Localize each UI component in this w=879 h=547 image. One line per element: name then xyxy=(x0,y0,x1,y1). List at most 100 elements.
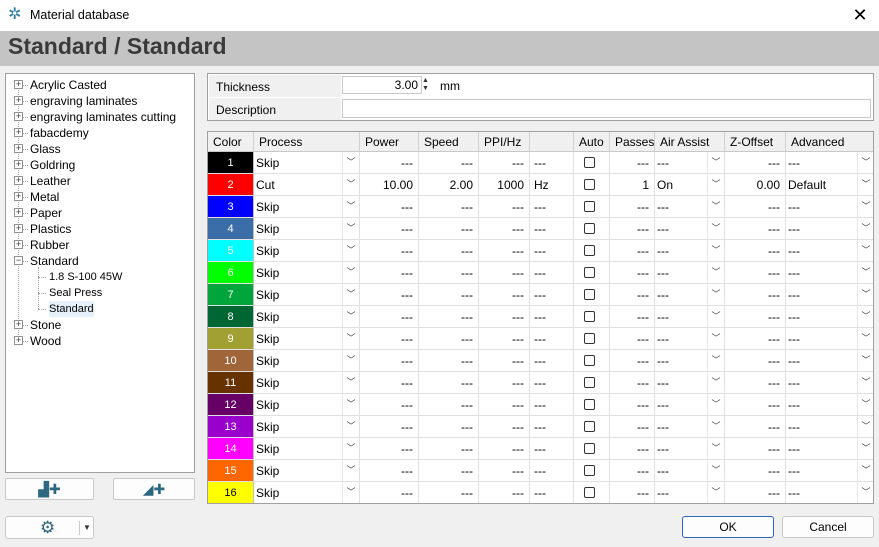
auto-checkbox[interactable] xyxy=(584,399,595,410)
expand-icon[interactable]: + xyxy=(14,144,23,153)
power-cell[interactable]: --- xyxy=(360,262,419,284)
auto-checkbox[interactable] xyxy=(584,421,595,432)
auto-checkbox[interactable] xyxy=(584,333,595,344)
tree-child-item[interactable]: Seal Press xyxy=(6,285,192,301)
chevron-down-icon[interactable]: ﹀ xyxy=(342,416,359,437)
process-dropdown[interactable]: Skip ﹀ xyxy=(254,372,360,394)
passes-cell[interactable]: --- xyxy=(610,328,655,350)
chevron-down-icon[interactable]: ﹀ xyxy=(857,372,873,393)
tree-item[interactable]: + Acrylic Casted xyxy=(6,77,192,93)
chevron-down-icon[interactable]: ﹀ xyxy=(857,438,873,459)
chevron-down-icon[interactable]: ﹀ xyxy=(857,196,873,217)
air-assist-dropdown[interactable]: --- ﹀ xyxy=(655,460,725,482)
air-assist-dropdown[interactable]: --- ﹀ xyxy=(655,306,725,328)
collapse-icon[interactable]: − xyxy=(14,256,23,265)
advanced-dropdown[interactable]: Default ﹀ xyxy=(786,174,873,196)
expand-icon[interactable]: + xyxy=(14,208,23,217)
thickness-input[interactable]: 3.00 xyxy=(342,76,422,94)
chevron-down-icon[interactable]: ﹀ xyxy=(707,262,724,283)
speed-cell[interactable]: --- xyxy=(419,350,479,372)
ppi-hz-cell[interactable]: --- xyxy=(479,438,530,460)
chevron-down-icon[interactable]: ﹀ xyxy=(707,240,724,261)
chevron-down-icon[interactable]: ﹀ xyxy=(342,372,359,393)
z-offset-cell[interactable]: --- xyxy=(725,394,786,416)
tree-item[interactable]: + Stone xyxy=(6,317,192,333)
chevron-down-icon[interactable]: ﹀ xyxy=(707,350,724,371)
speed-cell[interactable]: --- xyxy=(419,482,479,503)
tree-item[interactable]: + Glass xyxy=(6,141,192,157)
process-dropdown[interactable]: Skip ﹀ xyxy=(254,306,360,328)
chevron-down-icon[interactable]: ﹀ xyxy=(707,306,724,327)
z-offset-cell[interactable]: --- xyxy=(725,240,786,262)
speed-cell[interactable]: --- xyxy=(419,438,479,460)
power-cell[interactable]: --- xyxy=(360,284,419,306)
tree-item[interactable]: + Metal xyxy=(6,189,192,205)
ppi-hz-cell[interactable]: --- xyxy=(479,306,530,328)
advanced-dropdown[interactable]: --- ﹀ xyxy=(786,460,873,482)
speed-cell[interactable]: --- xyxy=(419,416,479,438)
z-offset-cell[interactable]: --- xyxy=(725,482,786,503)
chevron-down-icon[interactable]: ﹀ xyxy=(707,416,724,437)
chevron-down-icon[interactable]: ﹀ xyxy=(342,460,359,481)
speed-cell[interactable]: --- xyxy=(419,460,479,482)
advanced-dropdown[interactable]: --- ﹀ xyxy=(786,482,873,503)
ppi-hz-cell[interactable]: --- xyxy=(479,152,530,174)
chevron-down-icon[interactable]: ﹀ xyxy=(342,438,359,459)
expand-icon[interactable]: + xyxy=(14,160,23,169)
advanced-dropdown[interactable]: --- ﹀ xyxy=(786,438,873,460)
auto-checkbox[interactable] xyxy=(584,179,595,190)
chevron-down-icon[interactable]: ﹀ xyxy=(857,284,873,305)
passes-cell[interactable]: --- xyxy=(610,262,655,284)
chevron-down-icon[interactable]: ﹀ xyxy=(857,262,873,283)
chevron-down-icon[interactable]: ﹀ xyxy=(857,218,873,239)
ppi-hz-cell[interactable]: --- xyxy=(479,416,530,438)
z-offset-cell[interactable]: 0.00 xyxy=(725,174,786,196)
chevron-down-icon[interactable]: ﹀ xyxy=(342,306,359,327)
settings-menu-button[interactable]: ⚙ ▼ xyxy=(5,516,94,539)
add-material-button[interactable]: ▟✚ xyxy=(5,478,94,500)
process-dropdown[interactable]: Skip ﹀ xyxy=(254,196,360,218)
speed-cell[interactable]: --- xyxy=(419,262,479,284)
description-input[interactable] xyxy=(342,99,871,118)
passes-cell[interactable]: --- xyxy=(610,482,655,503)
ppi-hz-cell[interactable]: --- xyxy=(479,196,530,218)
passes-cell[interactable]: 1 xyxy=(610,174,655,196)
advanced-dropdown[interactable]: --- ﹀ xyxy=(786,350,873,372)
z-offset-cell[interactable]: --- xyxy=(725,438,786,460)
passes-cell[interactable]: --- xyxy=(610,218,655,240)
tree-item[interactable]: + Paper xyxy=(6,205,192,221)
cancel-button[interactable]: Cancel xyxy=(782,516,874,538)
advanced-dropdown[interactable]: --- ﹀ xyxy=(786,196,873,218)
speed-cell[interactable]: --- xyxy=(419,218,479,240)
ppi-hz-cell[interactable]: --- xyxy=(479,328,530,350)
chevron-down-icon[interactable]: ﹀ xyxy=(857,394,873,415)
passes-cell[interactable]: --- xyxy=(610,438,655,460)
passes-cell[interactable]: --- xyxy=(610,350,655,372)
advanced-dropdown[interactable]: --- ﹀ xyxy=(786,372,873,394)
tree-item[interactable]: + Rubber xyxy=(6,237,192,253)
speed-cell[interactable]: --- xyxy=(419,328,479,350)
air-assist-dropdown[interactable]: --- ﹀ xyxy=(655,372,725,394)
ppi-hz-cell[interactable]: --- xyxy=(479,284,530,306)
auto-checkbox[interactable] xyxy=(584,443,595,454)
process-dropdown[interactable]: Skip ﹀ xyxy=(254,416,360,438)
chevron-down-icon[interactable]: ﹀ xyxy=(707,372,724,393)
speed-cell[interactable]: --- xyxy=(419,196,479,218)
advanced-dropdown[interactable]: --- ﹀ xyxy=(786,152,873,174)
air-assist-dropdown[interactable]: --- ﹀ xyxy=(655,196,725,218)
process-dropdown[interactable]: Skip ﹀ xyxy=(254,438,360,460)
expand-icon[interactable]: + xyxy=(14,112,23,121)
process-dropdown[interactable]: Skip ﹀ xyxy=(254,394,360,416)
chevron-down-icon[interactable]: ﹀ xyxy=(342,328,359,349)
chevron-down-icon[interactable]: ﹀ xyxy=(857,482,873,503)
air-assist-dropdown[interactable]: --- ﹀ xyxy=(655,482,725,503)
process-dropdown[interactable]: Skip ﹀ xyxy=(254,460,360,482)
z-offset-cell[interactable]: --- xyxy=(725,306,786,328)
chevron-down-icon[interactable]: ﹀ xyxy=(707,482,724,503)
ppi-hz-cell[interactable]: 1000 xyxy=(479,174,530,196)
power-cell[interactable]: --- xyxy=(360,438,419,460)
chevron-down-icon[interactable]: ﹀ xyxy=(342,482,359,503)
expand-icon[interactable]: + xyxy=(14,128,23,137)
advanced-dropdown[interactable]: --- ﹀ xyxy=(786,394,873,416)
chevron-down-icon[interactable]: ﹀ xyxy=(857,174,873,195)
